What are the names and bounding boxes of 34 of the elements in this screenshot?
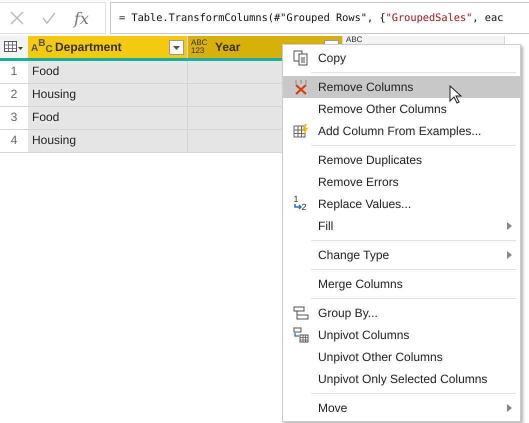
cursor-icon: [449, 85, 462, 104]
remove-icon: [292, 79, 308, 95]
menu-item[interactable]: Add Column From Examples...: [283, 120, 520, 142]
formula-field[interactable]: = Table.TransformColumns(#"Grouped Rows", {"GroupedSales", eac: [110, 2, 529, 34]
menu-item[interactable]: Remove Duplicates: [283, 149, 520, 171]
function-icon[interactable]: fx: [74, 8, 89, 28]
menu-item[interactable]: Unpivot Columns: [283, 324, 520, 346]
dropdown-icon[interactable]: [169, 40, 184, 54]
table-bolt-icon: [292, 123, 308, 139]
table-cell: Food: [28, 107, 188, 129]
type-label: ABC: [346, 36, 364, 44]
submenu-arrow-icon: [507, 404, 512, 412]
table-cell: Housing: [28, 84, 188, 106]
type-label: ABC 123: [191, 39, 208, 55]
submenu-arrow-icon: [507, 251, 512, 259]
menu-item[interactable]: Remove Columns: [283, 76, 520, 98]
menu-item[interactable]: Merge Columns: [283, 273, 520, 295]
menu-item[interactable]: Unpivot Other Columns: [283, 346, 520, 368]
copy-icon: [292, 50, 308, 66]
table-menu-icon[interactable]: [4, 41, 24, 53]
menu-item[interactable]: Remove Errors: [283, 171, 520, 193]
menu-item[interactable]: Change Type: [283, 244, 520, 266]
group-icon: [292, 305, 308, 321]
submenu-arrow-icon: [507, 222, 512, 230]
menu-item[interactable]: 1 2 Replace Values...: [283, 193, 520, 215]
menu-item[interactable]: Remove Other Columns: [283, 98, 520, 120]
table-cell: Food: [28, 61, 188, 83]
menu-item[interactable]: Move: [283, 397, 520, 419]
table-cell: Housing: [28, 130, 188, 152]
unpivot-icon: [292, 327, 308, 343]
menu-item[interactable]: Unpivot Only Selected Columns: [283, 368, 520, 390]
menu-item[interactable]: Group By...: [283, 302, 520, 324]
check-icon[interactable]: [42, 12, 56, 24]
menu-item[interactable]: Fill: [283, 215, 520, 237]
